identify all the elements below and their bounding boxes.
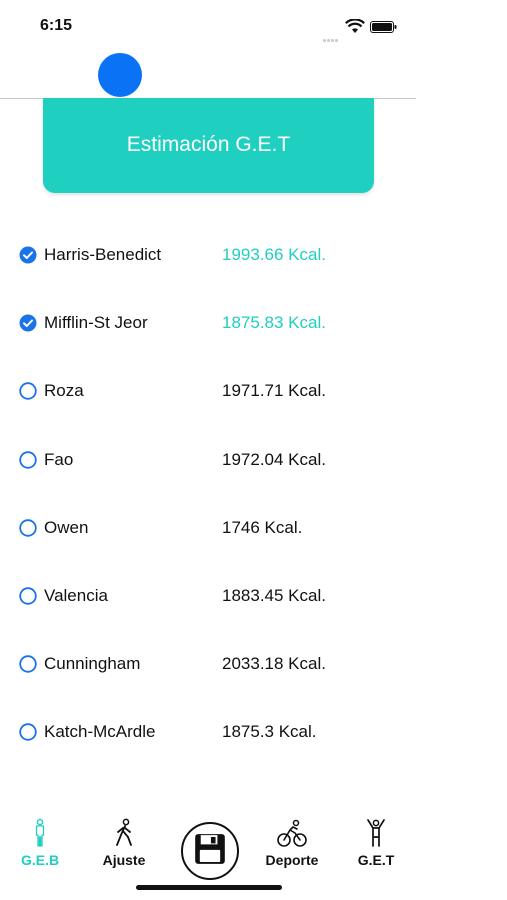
- formula-value: 1746 Kcal.: [222, 518, 303, 537]
- formula-value: 1993.66 Kcal.: [222, 245, 326, 264]
- tab-label: G.E.B: [20, 852, 60, 868]
- standing-person-icon: [35, 818, 45, 847]
- status-bar: 6:15: [0, 0, 416, 50]
- status-time: 6:15: [40, 17, 73, 34]
- save-button[interactable]: [181, 822, 239, 880]
- empty-circle-icon[interactable]: [19, 655, 37, 673]
- formula-value: 1875.3 Kcal.: [222, 722, 317, 741]
- formula-name: Valencia: [44, 586, 108, 605]
- battery-icon: [370, 21, 397, 33]
- checked-circle-icon[interactable]: [19, 246, 37, 264]
- empty-circle-icon[interactable]: [19, 723, 37, 741]
- checked-circle-icon[interactable]: [19, 314, 37, 332]
- header: [0, 50, 416, 99]
- get-card-title: Estimación G.E.T: [126, 133, 291, 156]
- tab-geb[interactable]: G.E.B: [5, 812, 75, 868]
- tab-ajuste[interactable]: Ajuste: [89, 812, 159, 868]
- formula-value: 1972.04 Kcal.: [222, 450, 326, 469]
- avatar[interactable]: [98, 53, 142, 97]
- formula-row-roza[interactable]: Roza 1971.71 Kcal.: [0, 356, 416, 424]
- empty-circle-icon[interactable]: [19, 451, 37, 469]
- floppy-disk-icon: [195, 834, 225, 864]
- tab-label: G.E.T: [357, 852, 395, 868]
- formula-name: Owen: [44, 518, 89, 537]
- formula-name: Harris-Benedict: [44, 245, 162, 264]
- home-indicator: [136, 885, 282, 890]
- formula-name: Mifflin-St Jeor: [44, 313, 148, 332]
- formula-row-valencia[interactable]: Valencia 1883.45 Kcal.: [0, 561, 416, 629]
- cyclist-icon: [277, 819, 307, 847]
- wifi-icon: [345, 19, 365, 33]
- walking-person-icon: [116, 818, 132, 846]
- empty-circle-icon[interactable]: [19, 519, 37, 537]
- empty-circle-icon[interactable]: [19, 587, 37, 605]
- formula-row-cunningham[interactable]: Cunningham 2033.18 Kcal.: [0, 629, 416, 697]
- formula-row-fao[interactable]: Fao 1972.04 Kcal.: [0, 425, 416, 493]
- cellular-signal-icon: [323, 29, 343, 42]
- formula-row-harris-benedict[interactable]: Harris-Benedict 1993.66 Kcal.: [0, 220, 416, 288]
- formula-value: 1971.71 Kcal.: [222, 381, 326, 400]
- formula-name: Cunningham: [44, 654, 141, 673]
- formula-value: 1875.83 Kcal.: [222, 313, 326, 332]
- tab-label: Ajuste: [102, 852, 146, 868]
- formula-row-katch-mcardle[interactable]: Katch-McArdle 1875.3 Kcal.: [0, 697, 416, 765]
- formula-row-owen[interactable]: Owen 1746 Kcal.: [0, 493, 416, 561]
- formula-row-mifflin-st-jeor[interactable]: Mifflin-St Jeor 1875.83 Kcal.: [0, 288, 416, 356]
- arms-up-person-icon: [367, 819, 385, 847]
- formula-name: Katch-McArdle: [44, 722, 156, 741]
- tab-deporte[interactable]: Deporte: [257, 812, 327, 868]
- get-estimate-card[interactable]: Estimación G.E.T: [43, 98, 374, 193]
- empty-circle-icon[interactable]: [19, 382, 37, 400]
- tab-get[interactable]: G.E.T: [341, 812, 411, 868]
- formula-name: Fao: [44, 450, 74, 469]
- formula-value: 2033.18 Kcal.: [222, 654, 326, 673]
- formula-name: Roza: [44, 381, 84, 400]
- formula-value: 1883.45 Kcal.: [222, 586, 326, 605]
- tab-label: Deporte: [265, 852, 319, 868]
